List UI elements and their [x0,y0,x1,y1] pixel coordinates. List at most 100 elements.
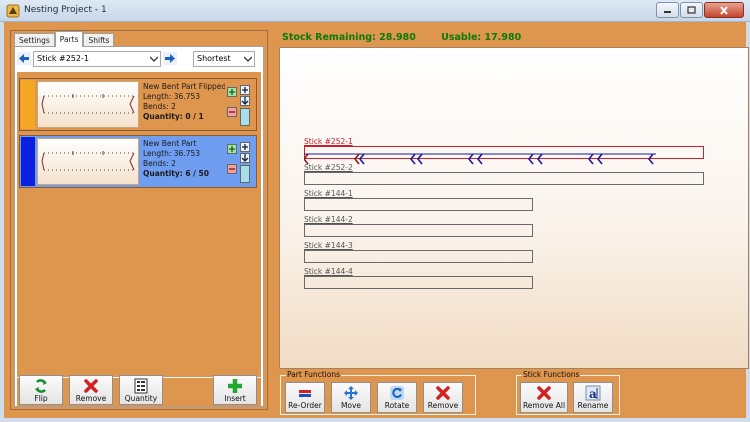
part-quantity-controls [227,140,253,184]
flip-icon [35,379,47,393]
part-functions-title: Part Functions [286,370,341,379]
part-quantity: Quantity: 0 / 1 [143,112,204,121]
decrement-quantity-button[interactable] [227,164,237,174]
parts-tab-body: Stick #252-1 Shortest New Bent Part Flip… [14,46,264,407]
window-client: Settings Parts Shifts Stick #252-1 Short… [4,22,749,418]
part-color-swatch [21,80,35,129]
remove-part-button[interactable]: Remove [69,375,113,405]
app-icon [6,4,20,18]
part-color-swatch [21,137,35,186]
add-to-stick-button[interactable] [240,142,250,152]
tab-strip: Settings Parts Shifts [14,31,115,47]
reorder-label: Re-Order [288,401,322,410]
insert-plus-icon [228,379,242,393]
close-button[interactable] [704,2,744,18]
rename-label: Rename [577,401,609,410]
stick-bar[interactable] [304,172,704,185]
nested-part[interactable] [476,153,534,165]
part-preview [37,138,139,185]
rename-text-icon: a [585,385,601,401]
stick-label[interactable]: Stick #144-4 [304,267,353,276]
stick-navigation: Stick #252-1 Shortest [17,51,263,67]
part-bends: Bends: 2 [143,102,176,111]
stick-bar[interactable] [304,250,533,263]
maximize-icon [687,6,696,14]
part-preview [37,81,139,128]
stick-label[interactable]: Stick #252-1 [304,137,353,146]
stick-functions-group: Stick Functions Remove All a Rename [516,370,620,415]
reorder-button[interactable]: Re-Order [285,382,325,413]
part-length: Length: 36.753 [143,92,201,101]
stock-remaining: Stock Remaining: 28.980 [282,32,416,43]
part-functions-group: Part Functions Re-Order Move Rotate Remo… [280,370,476,415]
remove-label: Remove [427,401,459,410]
stick-bar[interactable] [304,276,533,289]
stock-stats: Stock Remaining: 28.980 Usable: 17.980 [282,32,543,43]
stick-label[interactable]: Stick #144-1 [304,189,353,198]
part-list: New Bent Part Flipped R Length: 36.753 B… [17,72,261,377]
tab-parts[interactable]: Parts [54,31,84,47]
insert-label: Insert [224,394,246,403]
rotate-icon [390,386,404,400]
arrow-down-icon [241,154,249,162]
part-level-bar [240,165,250,183]
nested-part[interactable] [536,153,594,165]
increment-quantity-button[interactable] [227,144,237,154]
rename-button[interactable]: a Rename [573,382,613,413]
quantity-label: Quantity [124,394,158,403]
flip-button[interactable]: Flip [19,375,63,405]
remove-x-icon [436,386,450,400]
increment-quantity-button[interactable] [227,87,237,97]
move-label: Move [340,401,362,410]
stick-label[interactable]: Stick #144-3 [304,241,353,250]
window-title: Nesting Project - 1 [24,5,107,15]
move-arrows-icon [344,386,358,400]
decrement-quantity-button[interactable] [227,107,237,117]
part-card-selected[interactable]: New Bent Part Length: 36.753 Bends: 2 Qu… [19,135,257,188]
add-to-stick-button[interactable] [240,85,250,95]
tab-settings[interactable]: Settings [14,33,55,47]
stick-label[interactable]: Stick #144-2 [304,215,353,224]
tab-shifts[interactable]: Shifts [83,33,115,47]
part-name: New Bent Part [143,139,197,148]
move-down-button[interactable] [240,153,250,163]
part-bends: Bends: 2 [143,159,176,168]
stick-bar[interactable] [304,224,533,237]
stick-select[interactable]: Stick #252-1 [33,51,161,67]
part-toolbar: Flip Remove Quantity Insert [17,375,261,406]
rotate-label: Rotate [384,401,410,410]
rotate-button[interactable]: Rotate [377,382,417,413]
move-button[interactable]: Move [331,382,371,413]
insert-button[interactable]: Insert [213,375,257,405]
next-stick-arrow-icon[interactable] [163,52,177,65]
remove-x-icon [84,379,98,393]
plus-icon [229,89,235,95]
maximize-button[interactable] [680,2,703,18]
plus-icon [242,144,248,150]
nested-part[interactable] [358,153,416,165]
sort-select[interactable]: Shortest [193,51,255,67]
title-bar: Nesting Project - 1 [0,0,750,22]
nested-part[interactable] [304,153,360,165]
part-card[interactable]: New Bent Part Flipped R Length: 36.753 B… [19,78,257,131]
part-quantity: Quantity: 6 / 50 [143,169,209,178]
bent-part-shape-icon [41,151,135,171]
stick-bar[interactable] [304,198,533,211]
move-down-button[interactable] [240,96,250,106]
remove-all-label: Remove All [522,401,566,410]
usable-stock: Usable: 17.980 [441,32,522,43]
svg-text:a: a [589,387,597,401]
remove-all-button[interactable]: Remove All [520,382,568,413]
close-icon [720,5,728,15]
chevron-down-icon [244,56,252,62]
left-panel: Settings Parts Shifts Stick #252-1 Short… [10,30,268,410]
previous-stick-arrow-icon[interactable] [17,52,31,65]
nested-part[interactable] [596,153,654,165]
quantity-button[interactable]: Quantity [119,375,163,405]
minimize-button[interactable] [656,2,679,18]
sort-select-value: Shortest [197,54,231,63]
part-info: New Bent Part Flipped R Length: 36.753 B… [143,82,225,122]
nested-part[interactable] [416,153,474,165]
nesting-canvas[interactable]: Stick #252-1 Stick #252-2 Stick #144-1 Stic… [279,47,749,369]
remove-nested-part-button[interactable]: Remove [423,382,463,413]
